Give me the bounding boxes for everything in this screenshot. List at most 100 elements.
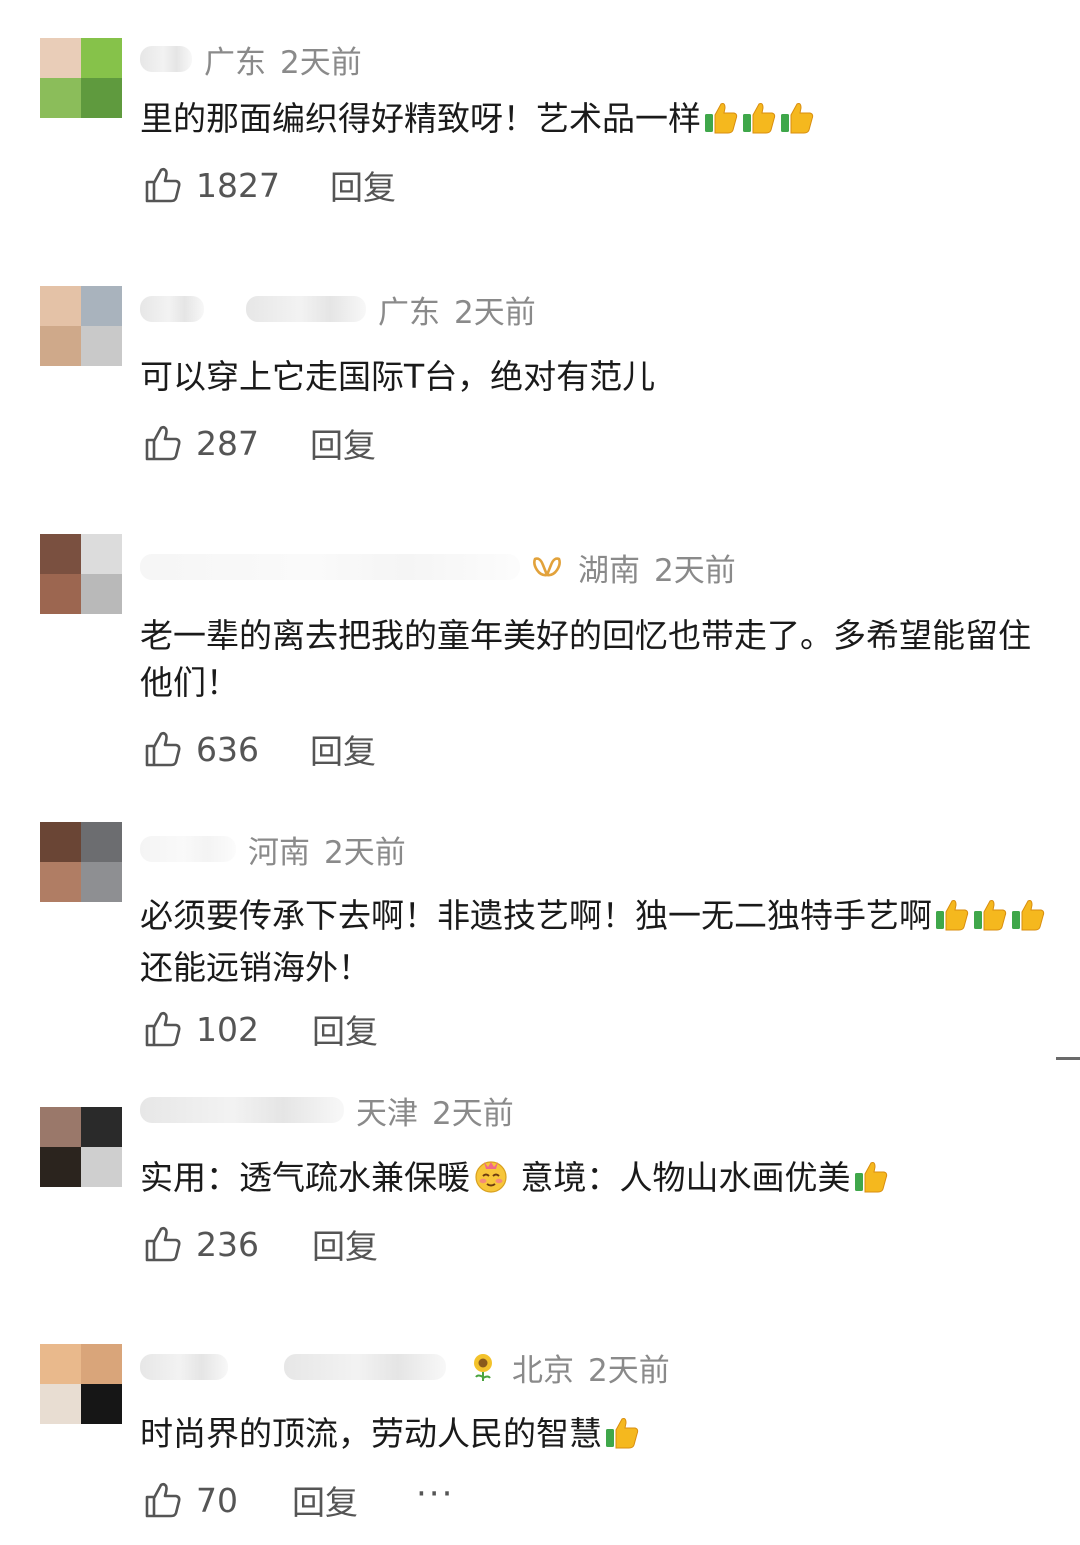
comment-meta: 天津 2天前 <box>140 1087 514 1133</box>
avatar-tile <box>40 286 81 326</box>
thumbs-up-emoji <box>1010 897 1046 944</box>
ip-region: 广东 <box>204 44 266 81</box>
avatar[interactable] <box>40 1107 122 1187</box>
avatar-tile <box>81 286 122 326</box>
avatar-tile <box>81 38 122 78</box>
comment-time: 2天前 <box>432 1095 514 1132</box>
blurred-username[interactable] <box>140 554 520 580</box>
thumbs-up-outline-icon <box>145 1011 181 1047</box>
avatar-tile <box>40 574 81 614</box>
comment-meta: 湖南 2天前 <box>140 544 736 590</box>
comment-time: 2天前 <box>654 552 736 589</box>
avatar[interactable] <box>40 38 122 118</box>
more-options-icon[interactable]: ··· <box>416 1474 454 1514</box>
comment-time: 2天前 <box>454 294 536 331</box>
thumbs-up-outline-icon <box>145 731 181 767</box>
avatar-tile <box>40 1344 81 1384</box>
vip-badge-icon <box>532 555 562 579</box>
thumbs-up-emoji <box>604 1415 640 1462</box>
like-button[interactable]: 236 <box>144 1225 312 1264</box>
comment-time: 2天前 <box>588 1352 670 1389</box>
ip-region: 河南 <box>248 834 310 871</box>
sunflower-badge-icon <box>470 1352 496 1382</box>
avatar-tile <box>40 1147 81 1187</box>
ip-region: 北京 <box>512 1352 574 1389</box>
thumbs-up-outline-icon <box>145 425 181 461</box>
ip-region: 天津 <box>356 1095 418 1132</box>
avatar-tile <box>81 1344 122 1384</box>
avatar[interactable] <box>40 822 122 902</box>
thumbs-up-emoji <box>779 100 815 147</box>
blurred-username[interactable] <box>140 1354 228 1380</box>
like-count: 236 <box>196 1224 259 1264</box>
reply-button[interactable]: 回复 <box>312 1005 378 1053</box>
avatar-tile <box>40 534 81 574</box>
ip-region: 广东 <box>378 294 440 331</box>
comment-text[interactable]: 里的那面编织得好精致呀！艺术品一样 <box>140 95 1050 147</box>
comment-text[interactable]: 可以穿上它走国际T台，绝对有范儿 <box>140 353 1050 400</box>
avatar-tile <box>40 862 81 902</box>
avatar-tile <box>40 326 81 366</box>
avatar-tile <box>40 1107 81 1147</box>
avatar-tile <box>81 326 122 366</box>
comment-text-body: 里的那面编织得好精致呀！艺术品一样 <box>140 99 701 138</box>
like-count: 70 <box>196 1480 238 1520</box>
like-button[interactable]: 102 <box>144 1010 312 1049</box>
avatar[interactable] <box>40 286 122 366</box>
avatar-tile <box>81 534 122 574</box>
avatar-tile <box>81 862 122 902</box>
comment-text[interactable]: 必须要传承下去啊！非遗技艺啊！独一无二独特手艺啊 还能远销海外！ <box>140 892 1050 991</box>
like-count: 1827 <box>196 165 280 205</box>
thumbs-up-emoji <box>972 897 1008 944</box>
comment-actions: 287 回复 <box>144 420 376 466</box>
blurred-username[interactable] <box>140 1097 344 1123</box>
avatar-tile <box>81 1384 122 1424</box>
like-button[interactable]: 1827 <box>144 166 330 205</box>
like-count: 287 <box>196 423 259 463</box>
reply-button[interactable]: 回复 <box>330 161 396 209</box>
comment-text-continued: 还能远销海外！ <box>140 948 371 987</box>
blurred-username[interactable] <box>140 46 192 72</box>
comment-text[interactable]: 时尚界的顶流，劳动人民的智慧 <box>140 1410 1050 1462</box>
like-button[interactable]: 287 <box>144 424 310 463</box>
thumbs-up-emoji <box>934 897 970 944</box>
ip-region: 湖南 <box>578 552 640 589</box>
like-button[interactable]: 70 <box>144 1481 292 1520</box>
comment-actions: 636 回复 <box>144 726 376 772</box>
avatar-tile <box>40 38 81 78</box>
avatar-tile <box>81 1107 122 1147</box>
blurred-username[interactable] <box>140 296 204 322</box>
comment-text-body: 必须要传承下去啊！非遗技艺啊！独一无二独特手艺啊 <box>140 896 932 935</box>
thumbs-up-emoji <box>703 100 739 147</box>
comment-text[interactable]: 老一辈的离去把我的童年美好的回忆也带走了。多希望能留住他们！ <box>140 612 1050 706</box>
comment-text[interactable]: 实用：透气疏水兼保暖 意境：人物山水画优美 <box>140 1154 1050 1206</box>
thumbs-up-emoji <box>853 1159 889 1206</box>
scroll-indicator <box>1056 1057 1080 1060</box>
like-button[interactable]: 636 <box>144 730 310 769</box>
comment-text-continued: 意境：人物山水画优美 <box>510 1158 851 1197</box>
avatar-tile <box>81 1147 122 1187</box>
comment-actions: 70 回复 ··· <box>144 1474 454 1524</box>
comment-time: 2天前 <box>324 834 406 871</box>
reply-button[interactable]: 回复 <box>310 725 376 773</box>
reply-button[interactable]: 回复 <box>292 1476 358 1524</box>
like-count: 636 <box>196 729 259 769</box>
comment-actions: 102 回复 <box>144 1006 378 1052</box>
thumbs-up-emoji <box>741 100 777 147</box>
blushing-face-emoji <box>472 1156 510 1206</box>
avatar-tile <box>40 822 81 862</box>
comment-meta: 广东 2天前 <box>140 286 536 332</box>
comment-meta: 广东 2天前 <box>140 36 362 82</box>
thumbs-up-outline-icon <box>145 1226 181 1262</box>
reply-button[interactable]: 回复 <box>310 419 376 467</box>
avatar[interactable] <box>40 1344 122 1424</box>
comment-time: 2天前 <box>280 44 362 81</box>
avatar-tile <box>40 1384 81 1424</box>
reply-button[interactable]: 回复 <box>312 1220 378 1268</box>
blurred-username[interactable] <box>140 836 236 862</box>
avatar[interactable] <box>40 534 122 614</box>
blurred-username <box>246 296 366 322</box>
like-count: 102 <box>196 1009 259 1049</box>
thumbs-up-outline-icon <box>145 167 181 203</box>
blurred-username <box>284 1354 446 1380</box>
